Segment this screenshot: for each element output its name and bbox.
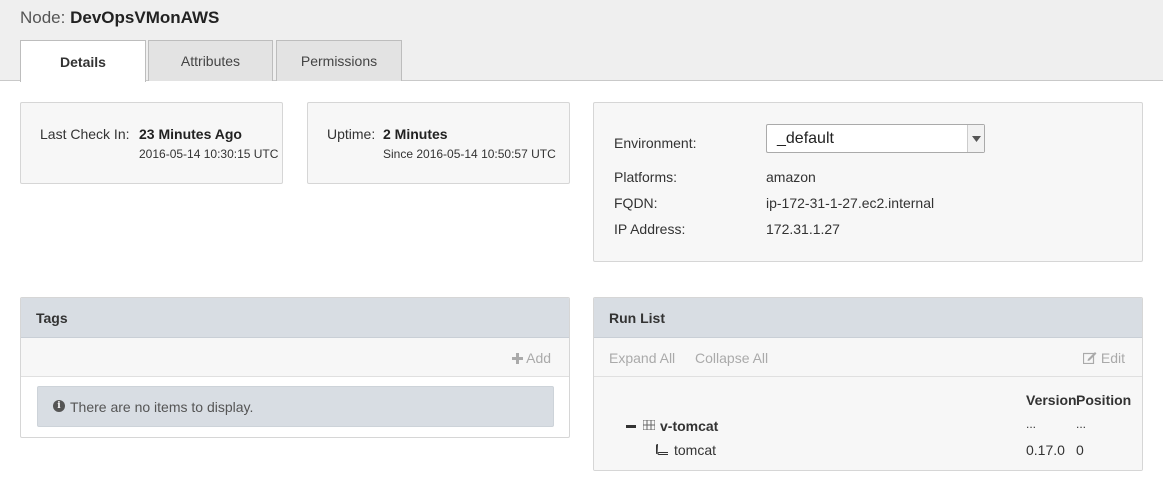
tab-details-label: Details — [60, 53, 106, 70]
tags-empty-text: There are no items to display. — [70, 399, 254, 415]
last-checkin-timestamp: 2016-05-14 10:30:15 UTC — [139, 147, 279, 161]
runlist-recipe-position: 0 — [1076, 442, 1084, 458]
page-title: Node: DevOpsVMonAWS — [20, 8, 219, 28]
position-column-header: Position — [1076, 392, 1132, 408]
tab-permissions[interactable]: Permissions — [276, 40, 402, 81]
add-tag-button[interactable]: Add — [512, 350, 551, 366]
environment-select-value: _default — [777, 130, 834, 147]
edit-runlist-button[interactable]: Edit — [1082, 350, 1126, 366]
runlist-role-position: ... — [1076, 417, 1087, 431]
ip-address-value: 172.31.1.27 — [766, 221, 840, 237]
edit-icon — [1082, 352, 1097, 365]
node-name: DevOpsVMonAWS — [70, 8, 220, 27]
fqdn-value: ip-172-31-1-27.ec2.internal — [766, 195, 935, 211]
edit-label: Edit — [1100, 350, 1126, 366]
tags-panel: Tags Add i There are no items to display… — [20, 297, 570, 438]
last-checkin-value: 23 Minutes Ago — [139, 126, 242, 142]
chevron-down-icon — [967, 125, 984, 152]
last-checkin-box: Last Check In: 23 Minutes Ago 2016-05-14… — [20, 102, 283, 184]
runlist-panel-header: Run List — [594, 298, 1142, 338]
page-header: Node: DevOpsVMonAWS Details Attributes P… — [0, 0, 1163, 82]
environment-label: Environment: — [614, 135, 697, 151]
tab-attributes[interactable]: Attributes — [148, 40, 273, 81]
plus-icon — [512, 353, 523, 364]
tab-details[interactable]: Details — [20, 40, 146, 82]
platforms-value: amazon — [766, 169, 816, 185]
add-tag-label: Add — [526, 350, 552, 366]
environment-select[interactable]: _default — [766, 124, 985, 153]
fqdn-label: FQDN: — [614, 195, 658, 211]
runlist-recipe-name[interactable]: tomcat — [674, 442, 716, 458]
ip-address-label: IP Address: — [614, 221, 686, 237]
last-checkin-label: Last Check In: — [40, 126, 130, 142]
runlist-table: Version Position v-tomcat ... ... tomcat… — [594, 377, 1142, 470]
version-column-header: Version — [1026, 392, 1077, 408]
uptime-since: Since 2016-05-14 10:50:57 UTC — [383, 147, 556, 161]
runlist-role-name[interactable]: v-tomcat — [660, 418, 718, 434]
uptime-box: Uptime: 2 Minutes Since 2016-05-14 10:50… — [307, 102, 570, 184]
tags-panel-header: Tags — [21, 298, 569, 338]
runlist-toolbar: Expand All Collapse All Edit — [594, 338, 1142, 377]
tags-title: Tags — [36, 310, 68, 326]
platforms-label: Platforms: — [614, 169, 678, 185]
runlist-title: Run List — [609, 310, 665, 326]
minus-icon[interactable] — [626, 425, 636, 428]
collapse-all-link[interactable]: Collapse All — [695, 350, 768, 366]
expand-all-link[interactable]: Expand All — [609, 350, 675, 366]
role-grid-icon — [643, 420, 655, 430]
node-title-prefix: Node: — [20, 8, 66, 27]
uptime-label: Uptime: — [327, 126, 376, 142]
runlist-panel: Run List Expand All Collapse All Edit Ve… — [593, 297, 1143, 471]
uptime-value: 2 Minutes — [383, 126, 448, 142]
tab-attributes-label: Attributes — [180, 53, 241, 69]
tags-toolbar: Add — [21, 338, 569, 377]
runlist-role-version: ... — [1026, 417, 1037, 431]
tags-empty-message: i There are no items to display. — [37, 386, 554, 427]
book-icon — [656, 444, 668, 455]
runlist-recipe-version: 0.17.0 — [1026, 442, 1065, 458]
tab-permissions-label: Permissions — [300, 53, 378, 69]
info-circle-icon: i — [53, 400, 65, 412]
